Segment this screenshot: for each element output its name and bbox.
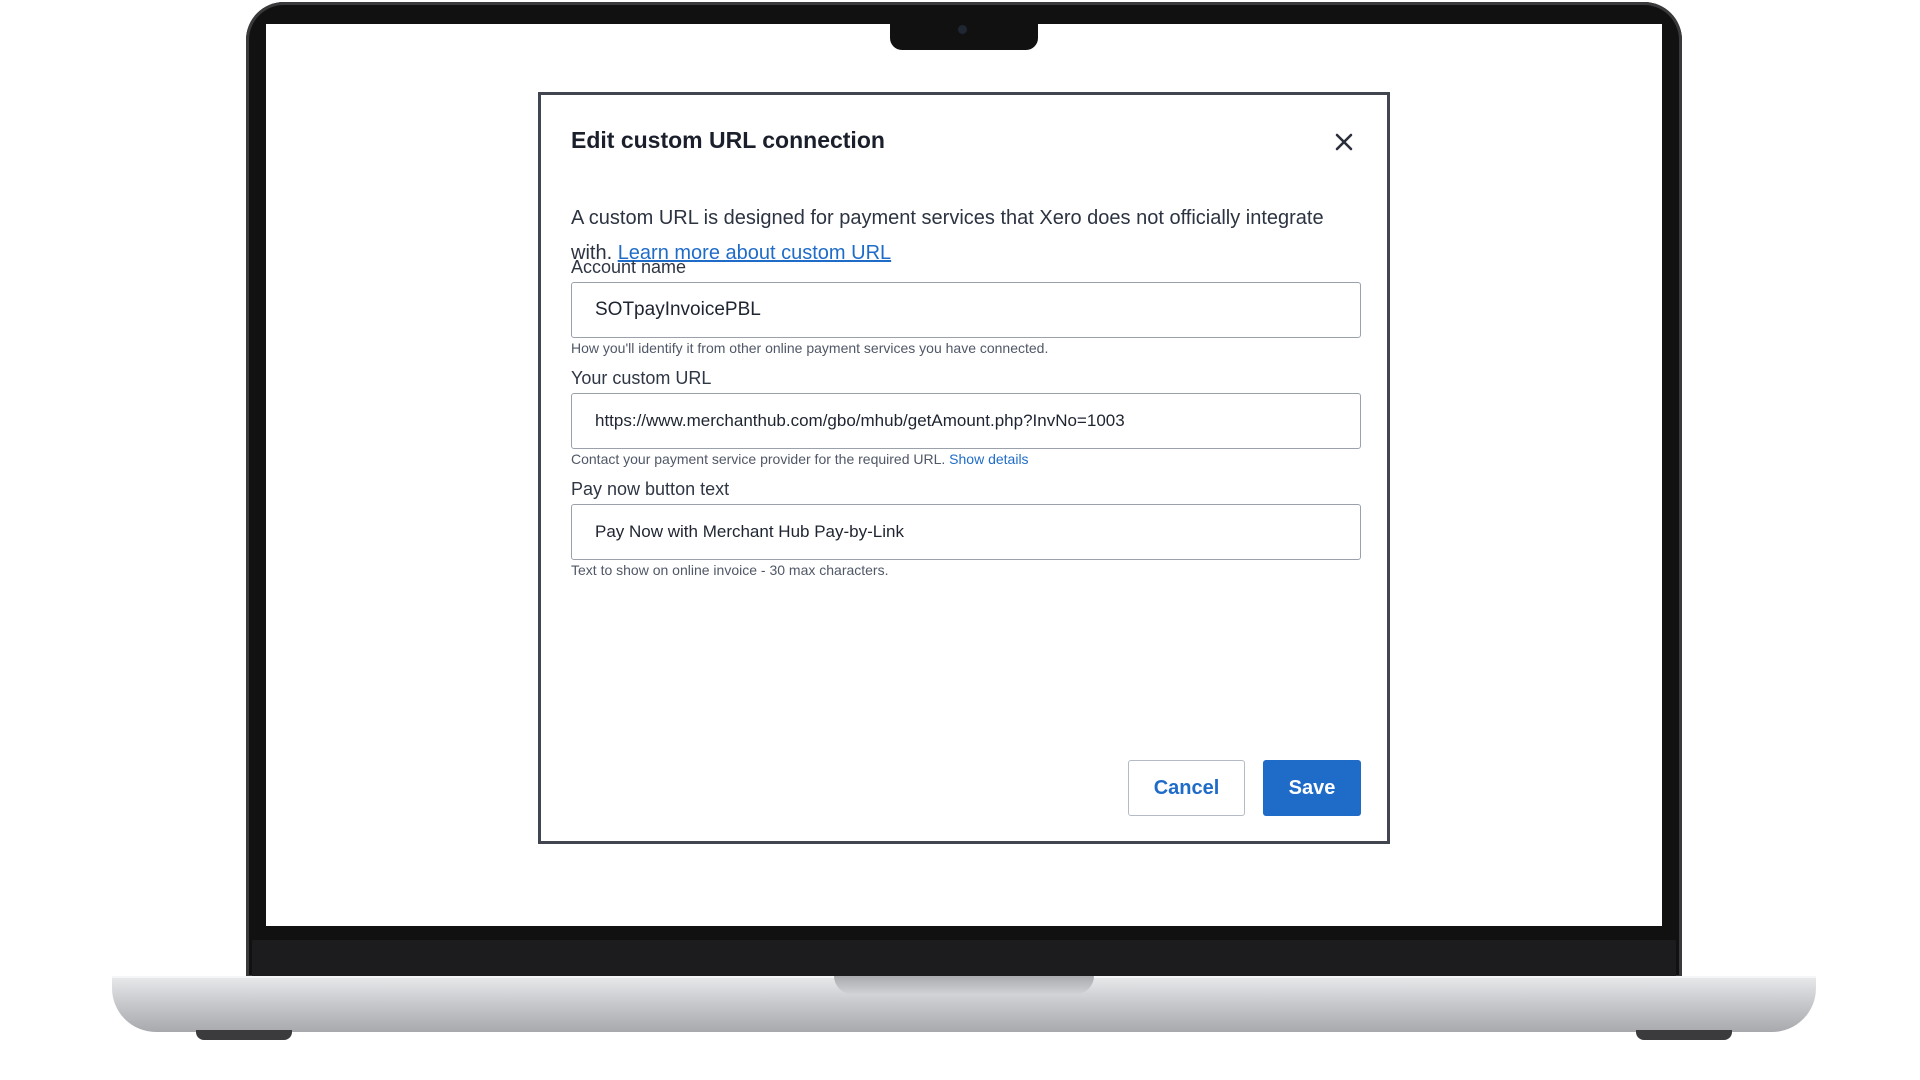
dialog-description: A custom URL is designed for payment ser… [571,201,1361,271]
camera-icon [958,25,967,34]
custom-url-input[interactable] [571,393,1361,449]
dialog-title: Edit custom URL connection [571,127,885,153]
edit-custom-url-dialog: Edit custom URL connection A custom URL … [538,92,1390,844]
save-button[interactable]: Save [1263,760,1361,816]
laptop-opening-groove [834,976,1094,994]
pay-now-text-input[interactable] [571,504,1361,560]
laptop-foot-right [1636,1030,1732,1040]
close-button[interactable] [1331,129,1357,155]
custom-url-label: Your custom URL [571,368,712,388]
laptop-chin [252,940,1676,978]
custom-url-helper-text: Contact your payment service provider fo… [571,451,946,467]
account-name-helper: How you'll identify it from other online… [571,340,1049,356]
laptop-foot-left [196,1030,292,1040]
pay-now-text-label: Pay now button text [571,479,730,499]
account-name-label: Account name [571,257,687,277]
account-name-input[interactable] [571,282,1361,338]
custom-url-helper: Contact your payment service provider fo… [571,451,1029,467]
close-icon [1335,133,1353,151]
show-details-link[interactable]: Show details [949,451,1028,467]
pay-now-text-helper: Text to show on online invoice - 30 max … [571,562,889,578]
cancel-button[interactable]: Cancel [1128,760,1245,816]
